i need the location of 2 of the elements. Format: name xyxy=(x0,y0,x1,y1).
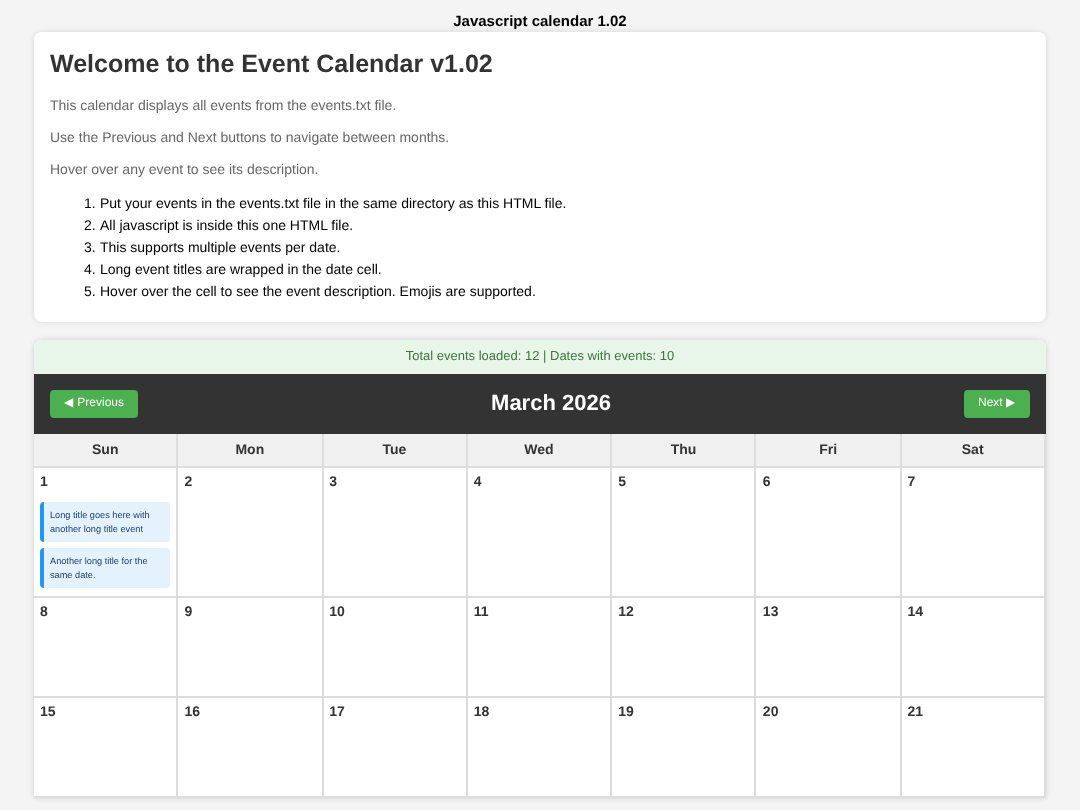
month-title: March 2026 xyxy=(491,389,611,420)
intro-heading: Welcome to the Event Calendar v1.02 xyxy=(50,50,495,80)
